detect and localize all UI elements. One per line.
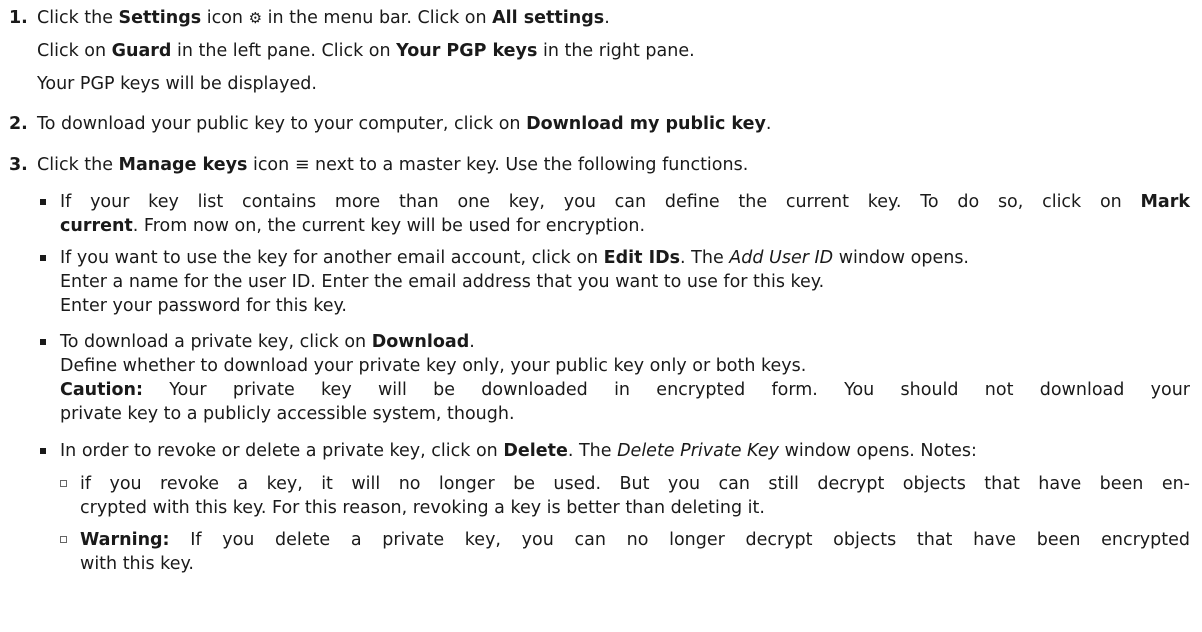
caution-term: Caution: <box>60 380 143 400</box>
text: To download a private key, click on <box>60 332 372 352</box>
text: Click the <box>37 155 119 175</box>
text: Click the <box>37 8 119 28</box>
list-item-line: To download a private key, click on Down… <box>60 330 1190 354</box>
list-item-text: If your key list contains more than one … <box>60 190 1190 238</box>
step-number: 3. <box>9 155 28 175</box>
text: If you delete a private key, you can no … <box>169 530 1190 550</box>
text: . <box>604 8 610 28</box>
text: To download your public key to your comp… <box>37 114 527 134</box>
settings-term: Settings <box>118 8 202 28</box>
bullet-square-icon <box>40 199 46 205</box>
list-item-line: Caution: Your private key will be downlo… <box>60 378 1190 402</box>
text: . The <box>567 441 618 461</box>
bullet-square-icon <box>40 255 46 261</box>
list-item-text: To download a private key, click on Down… <box>60 330 1190 426</box>
edit-ids-term: Edit IDs <box>603 248 681 268</box>
text: next to a master key. Use the following … <box>309 155 749 175</box>
text: If you want to use the key for another e… <box>60 248 604 268</box>
sub-list-item-line: Warning: If you delete a private key, yo… <box>80 528 1190 552</box>
text: private key to a publicly accessible sys… <box>60 404 515 424</box>
list-item-line: In order to revoke or delete a private k… <box>60 439 1190 463</box>
text: if you revoke a key, it will no longer b… <box>80 474 1190 494</box>
delete-private-key-term: Delete Private Key <box>617 441 779 461</box>
sub-list-item-line: crypted with this key. For this reason, … <box>80 496 1190 520</box>
step-3-line-1: Click the Manage keys icon ≡ next to a m… <box>37 153 748 177</box>
text: Your PGP keys will be displayed. <box>37 74 317 94</box>
help-document: 1. Click the Settings icon ⚙ in the menu… <box>0 0 1202 632</box>
text: Define whether to download your private … <box>60 356 807 376</box>
list-item-line: Enter a name for the user ID. Enter the … <box>60 270 1190 294</box>
text: icon <box>201 8 249 28</box>
settings-gear-icon: ⚙ <box>248 9 263 27</box>
add-user-id-term: Add User ID <box>729 248 834 268</box>
text: Enter a name for the user ID. Enter the … <box>60 272 825 292</box>
list-item-line: Enter your password for this key. <box>60 294 1190 318</box>
list-item-line: current. From now on, the current key wi… <box>60 214 1190 238</box>
your-pgp-keys-term: Your PGP keys <box>396 41 538 61</box>
text: window opens. <box>833 248 969 268</box>
step-number: 1. <box>9 8 28 28</box>
text: crypted with this key. For this reason, … <box>80 498 765 518</box>
mark-term: Mark <box>1140 192 1191 212</box>
download-term: Download <box>371 332 470 352</box>
bullet-square-icon <box>40 448 46 454</box>
bullet-square-icon <box>40 339 46 345</box>
text: in the left pane. Click on <box>171 41 397 61</box>
list-item-line: If you want to use the key for another e… <box>60 246 1190 270</box>
step-2-line-1: To download your public key to your comp… <box>37 112 771 136</box>
text: icon <box>247 155 295 175</box>
text: . <box>765 114 772 134</box>
delete-term: Delete <box>503 441 568 461</box>
text: in the right pane. <box>537 41 695 61</box>
guard-term: Guard <box>111 41 172 61</box>
text: If your key list contains more than one … <box>60 192 1141 212</box>
step-number: 2. <box>9 114 28 134</box>
list-item-text: If you want to use the key for another e… <box>60 246 1190 318</box>
text: with this key. <box>80 554 194 574</box>
text: Click on <box>37 41 112 61</box>
list-item-text: In order to revoke or delete a private k… <box>60 439 1190 463</box>
sub-list-item-text: Warning: If you delete a private key, yo… <box>80 528 1190 576</box>
hollow-square-bullet-icon <box>60 480 67 487</box>
text: . <box>469 332 475 352</box>
text: . The <box>680 248 730 268</box>
list-item-line: private key to a publicly accessible sys… <box>60 402 1190 426</box>
all-settings-term: All settings <box>492 8 605 28</box>
manage-keys-term: Manage keys <box>118 155 248 175</box>
text: . From now on, the current key will be u… <box>132 216 646 236</box>
warning-term: Warning: <box>80 530 170 550</box>
list-item-line: Define whether to download your private … <box>60 354 1190 378</box>
step-1-line-1: Click the Settings icon ⚙ in the menu ba… <box>37 6 610 30</box>
text: Enter your password for this key. <box>60 296 347 316</box>
step-1-line-3: Your PGP keys will be displayed. <box>37 72 317 96</box>
text: In order to revoke or delete a private k… <box>60 441 504 461</box>
download-my-public-key-term: Download my public key <box>526 114 766 134</box>
text: Your private key will be downloaded in e… <box>142 380 1190 400</box>
current-term: current <box>60 216 133 236</box>
sub-list-item-text: if you revoke a key, it will no longer b… <box>80 472 1190 520</box>
hollow-square-bullet-icon <box>60 536 67 543</box>
step-1-line-2: Click on Guard in the left pane. Click o… <box>37 39 695 63</box>
list-item-line: If your key list contains more than one … <box>60 190 1190 214</box>
sub-list-item-line: if you revoke a key, it will no longer b… <box>80 472 1190 496</box>
manage-keys-menu-icon: ≡ <box>294 155 310 175</box>
text: window opens. Notes: <box>779 441 977 461</box>
text: in the menu bar. Click on <box>262 8 493 28</box>
sub-list-item-line: with this key. <box>80 552 1190 576</box>
